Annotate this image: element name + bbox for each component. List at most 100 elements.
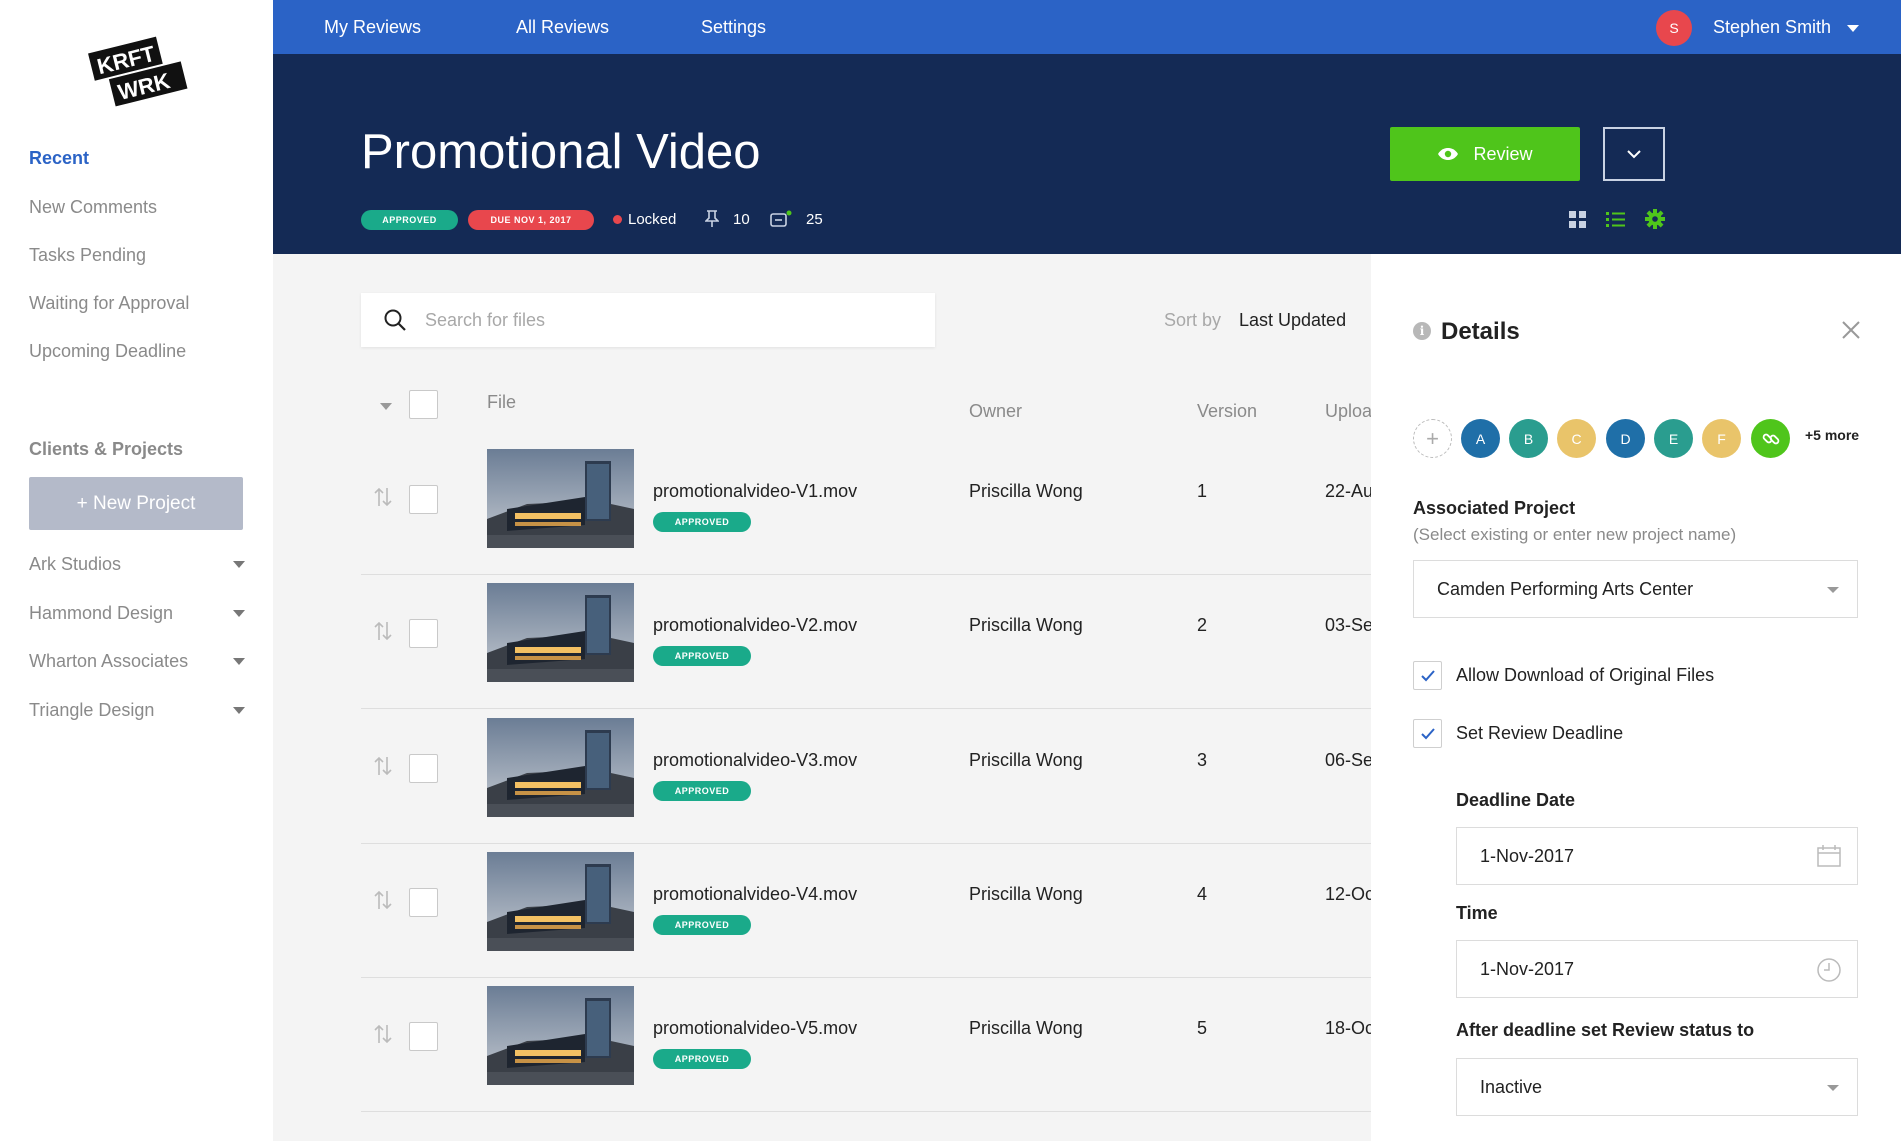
chevron-down-icon[interactable]: [233, 658, 245, 665]
close-icon[interactable]: [1841, 320, 1861, 340]
reorder-arrows-icon[interactable]: [373, 486, 393, 508]
info-icon: i: [1413, 322, 1431, 340]
search-bar[interactable]: Search for files: [361, 293, 935, 347]
due-date-badge: DUE NOV 1, 2017: [468, 210, 594, 230]
locked-status: Locked: [613, 211, 676, 228]
status-badge: APPROVED: [361, 210, 458, 230]
collaborator-avatar[interactable]: C: [1557, 419, 1596, 458]
time-field[interactable]: 1-Nov-2017: [1456, 940, 1858, 998]
review-button[interactable]: Review: [1390, 127, 1580, 181]
status-badge: APPROVED: [653, 646, 751, 666]
column-header-uploaded[interactable]: Uploa: [1325, 401, 1372, 422]
reorder-arrows-icon[interactable]: [373, 889, 393, 911]
review-options-dropdown[interactable]: [1603, 127, 1665, 181]
video-thumbnail[interactable]: [487, 718, 634, 817]
after-deadline-status-value: Inactive: [1480, 1076, 1543, 1097]
collaborator-avatar[interactable]: F: [1702, 419, 1741, 458]
video-thumbnail[interactable]: [487, 583, 634, 682]
file-name[interactable]: promotionalvideo-V1.mov: [653, 481, 857, 502]
sidebar-item-tasks-pending[interactable]: Tasks Pending: [29, 245, 146, 266]
chevron-down-icon[interactable]: [233, 707, 245, 714]
row-checkbox[interactable]: [409, 888, 438, 917]
new-project-button[interactable]: + New Project: [29, 477, 243, 530]
client-item-ark-studios[interactable]: Ark Studios: [29, 554, 245, 575]
file-name[interactable]: promotionalvideo-V3.mov: [653, 750, 857, 771]
associated-project-label: Associated Project: [1413, 498, 1576, 518]
share-link-button[interactable]: [1751, 419, 1790, 458]
user-avatar[interactable]: S: [1656, 10, 1692, 46]
add-collaborator-button[interactable]: +: [1413, 419, 1452, 458]
client-item-hammond-design[interactable]: Hammond Design: [29, 603, 245, 624]
table-row[interactable]: promotionalvideo-V1.mov APPROVED Priscilla…: [361, 440, 1373, 575]
nav-all-reviews[interactable]: All Reviews: [516, 17, 609, 38]
set-deadline-checkbox[interactable]: [1413, 719, 1442, 748]
reorder-arrows-icon[interactable]: [373, 1023, 393, 1045]
reorder-arrows-icon[interactable]: [373, 755, 393, 777]
sort-direction-icon[interactable]: [380, 403, 392, 410]
comments-stat[interactable]: 25: [770, 210, 823, 228]
nav-settings[interactable]: Settings: [701, 17, 766, 38]
row-checkbox[interactable]: [409, 619, 438, 648]
sidebar-item-upcoming-deadline[interactable]: Upcoming Deadline: [29, 341, 186, 362]
client-label: Hammond Design: [29, 603, 174, 623]
sort-by-select[interactable]: Last Updated: [1239, 310, 1346, 331]
video-thumbnail[interactable]: [487, 449, 634, 548]
row-checkbox[interactable]: [409, 1022, 438, 1051]
file-name[interactable]: promotionalvideo-V5.mov: [653, 1018, 857, 1039]
column-header-file[interactable]: File: [487, 392, 516, 413]
file-name[interactable]: promotionalvideo-V2.mov: [653, 615, 857, 636]
clock-icon[interactable]: [1817, 958, 1841, 982]
more-collaborators-link[interactable]: +5 more: [1805, 427, 1859, 443]
after-deadline-status-select[interactable]: Inactive: [1456, 1058, 1858, 1116]
collaborator-avatar[interactable]: E: [1654, 419, 1693, 458]
sort-by-label: Sort by: [1164, 310, 1222, 330]
table-row[interactable]: promotionalvideo-V5.mov APPROVED Priscilla…: [361, 977, 1375, 1112]
list-view-icon[interactable]: [1606, 211, 1625, 228]
collaborator-avatar[interactable]: A: [1461, 419, 1500, 458]
collaborator-avatar[interactable]: D: [1606, 419, 1645, 458]
client-label: Wharton Associates: [29, 651, 189, 671]
gear-icon[interactable]: [1645, 209, 1665, 229]
column-header-owner[interactable]: Owner: [969, 401, 1022, 422]
svg-text:WRK: WRK: [115, 68, 172, 105]
clients-projects-heading: Clients & Projects: [29, 439, 184, 459]
allow-download-option[interactable]: Allow Download of Original Files: [1413, 661, 1714, 690]
status-badge: APPROVED: [653, 915, 751, 935]
chevron-down-icon[interactable]: [233, 610, 245, 617]
associated-project-select[interactable]: Camden Performing Arts Center: [1413, 560, 1858, 618]
sidebar-item-new-comments[interactable]: New Comments: [29, 197, 157, 218]
row-checkbox[interactable]: [409, 485, 438, 514]
video-thumbnail[interactable]: [487, 852, 634, 951]
pin-icon: [705, 210, 719, 227]
grid-view-icon[interactable]: [1569, 210, 1586, 228]
file-uploaded-date: 18-Oc: [1325, 1018, 1375, 1038]
chevron-down-icon: [1627, 150, 1641, 159]
link-icon: [1762, 433, 1779, 444]
client-item-wharton-associates[interactable]: Wharton Associates: [29, 651, 245, 672]
nav-my-reviews[interactable]: My Reviews: [324, 17, 421, 38]
user-menu-chevron-icon[interactable]: [1847, 25, 1859, 32]
deadline-date-field[interactable]: 1-Nov-2017: [1456, 827, 1858, 885]
table-row[interactable]: promotionalvideo-V2.mov APPROVED Priscilla…: [361, 574, 1373, 709]
sidebar-item-recent[interactable]: Recent: [29, 148, 89, 169]
allow-download-checkbox[interactable]: [1413, 661, 1442, 690]
video-thumbnail[interactable]: [487, 986, 634, 1085]
table-row[interactable]: promotionalvideo-V3.mov APPROVED Priscilla…: [361, 709, 1373, 844]
krftwrk-logo[interactable]: KRFT WRK: [88, 32, 188, 112]
search-input[interactable]: Search for files: [425, 310, 545, 331]
chevron-down-icon: [1827, 587, 1839, 593]
table-row[interactable]: promotionalvideo-V4.mov APPROVED Priscilla…: [361, 843, 1374, 978]
calendar-icon[interactable]: [1817, 845, 1841, 867]
chevron-down-icon[interactable]: [233, 561, 245, 568]
collaborator-avatar[interactable]: B: [1509, 419, 1548, 458]
column-header-version[interactable]: Version: [1197, 401, 1257, 422]
select-all-checkbox[interactable]: [409, 390, 438, 419]
set-deadline-option[interactable]: Set Review Deadline: [1413, 719, 1623, 748]
user-name[interactable]: Stephen Smith: [1713, 17, 1831, 38]
file-name[interactable]: promotionalvideo-V4.mov: [653, 884, 857, 905]
reorder-arrows-icon[interactable]: [373, 620, 393, 642]
row-checkbox[interactable]: [409, 754, 438, 783]
sidebar-item-waiting-approval[interactable]: Waiting for Approval: [29, 293, 189, 314]
client-item-triangle-design[interactable]: Triangle Design: [29, 700, 245, 721]
pins-stat[interactable]: 10: [705, 210, 750, 228]
